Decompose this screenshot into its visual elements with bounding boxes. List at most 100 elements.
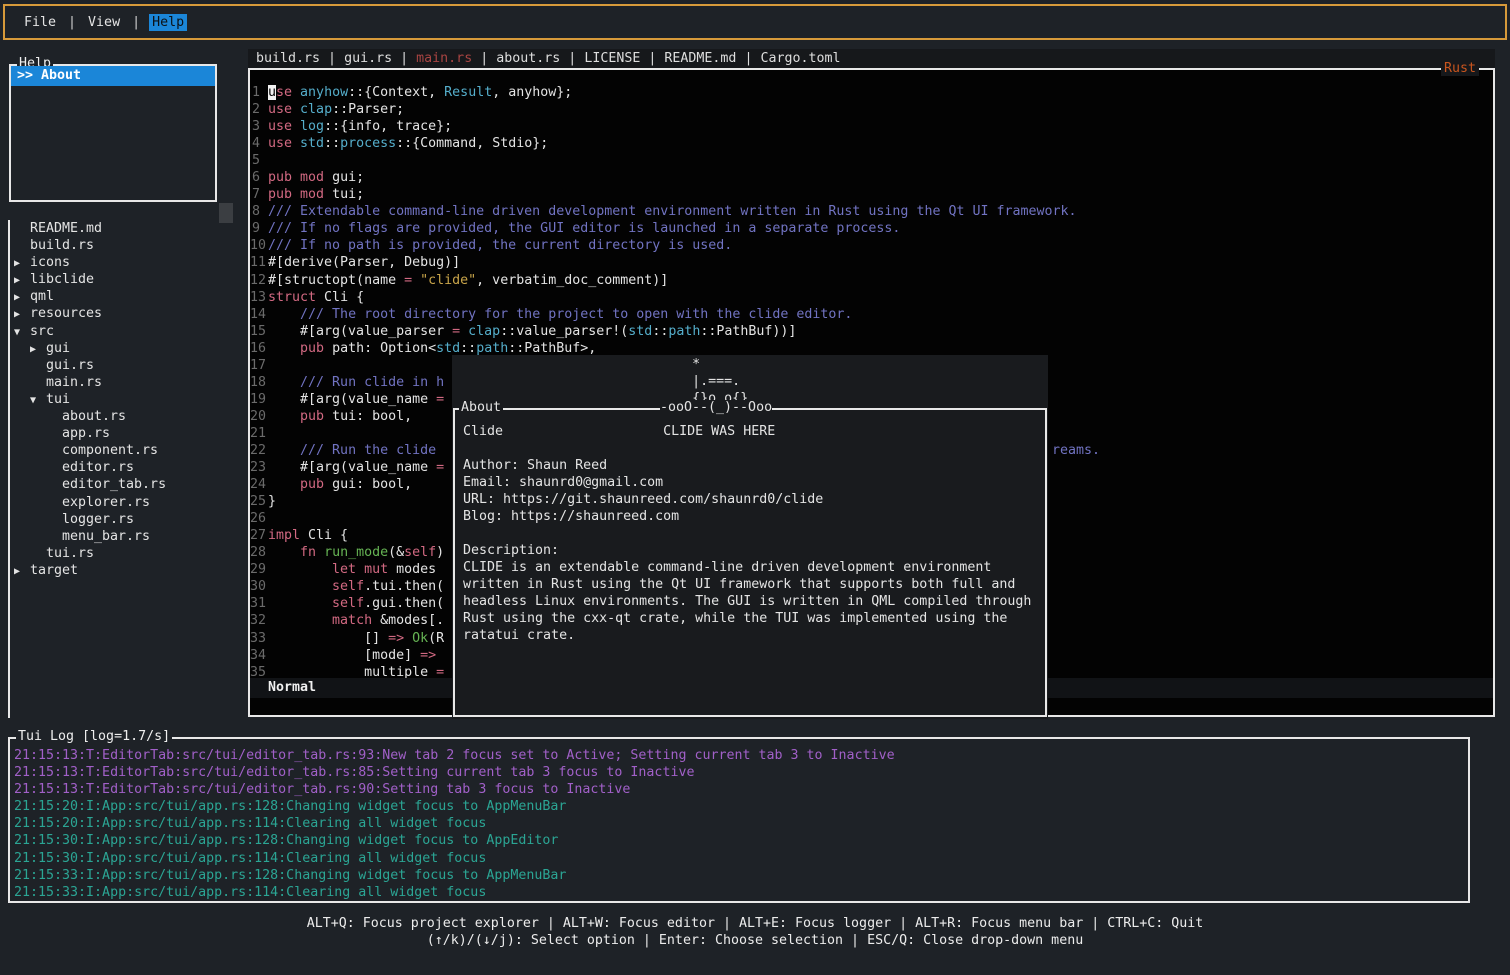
code-line-1[interactable]: 1use anyhow::{Context, Result, anyhow};	[250, 84, 1491, 101]
explorer-item-resources[interactable]: ▶resources	[10, 305, 240, 322]
line-number: 12	[250, 272, 268, 289]
log-entry: 21:15:33:I:App:src/tui/app.rs:114:Cleari…	[14, 884, 1468, 901]
code-line-10[interactable]: 10/// If no path is provided, the curren…	[250, 237, 1491, 254]
explorer-item-icons[interactable]: ▶icons	[10, 254, 240, 271]
about-popup: * |.===. {}o o{} About -ooO--(_)--Ooo Cl…	[452, 355, 1048, 719]
code-line-7[interactable]: 7pub mod tui;	[250, 186, 1491, 203]
explorer-item-label: tui	[46, 392, 70, 407]
line-number: 17	[250, 357, 268, 374]
editor-tab-bar: build.rs | gui.rs | main.rs | about.rs |…	[248, 49, 1495, 68]
explorer-item-label: resources	[30, 306, 102, 321]
tab-separator: |	[472, 51, 496, 66]
tab-Cargo.toml[interactable]: Cargo.toml	[760, 51, 840, 66]
explorer-item-editor_tab.rs[interactable]: editor_tab.rs	[10, 476, 240, 493]
code-line-13[interactable]: 13struct Cli {	[250, 289, 1491, 306]
log-entry: 21:15:13:T:EditorTab:src/tui/editor_tab.…	[14, 747, 1468, 764]
explorer-item-label: icons	[30, 255, 70, 270]
log-entry: 21:15:33:I:App:src/tui/app.rs:128:Changi…	[14, 867, 1468, 884]
log-entry: 21:15:20:I:App:src/tui/app.rs:114:Cleari…	[14, 815, 1468, 832]
chevron-expanded-icon: ▼	[30, 392, 46, 409]
code-line-6[interactable]: 6pub mod gui;	[250, 169, 1491, 186]
explorer-item-README.md[interactable]: README.md	[10, 220, 240, 237]
menu-item-view[interactable]: View	[85, 14, 123, 31]
explorer-item-label: component.rs	[62, 443, 158, 458]
menu-bar: File|View|Help	[3, 4, 1507, 40]
line-number: 14	[250, 306, 268, 323]
line-number: 31	[250, 595, 268, 612]
explorer-item-label: menu_bar.rs	[62, 529, 150, 544]
chevron-collapsed-icon: ▶	[14, 289, 30, 306]
line-number: 10	[250, 237, 268, 254]
line-number: 2	[250, 101, 268, 118]
explorer-item-label: app.rs	[62, 426, 110, 441]
code-line-9[interactable]: 9/// If no flags are provided, the GUI e…	[250, 220, 1491, 237]
log-lines: 21:15:13:T:EditorTab:src/tui/editor_tab.…	[10, 739, 1468, 901]
code-overflow-fragment: reams.	[1052, 442, 1100, 459]
explorer-item-tui[interactable]: ▼tui	[10, 391, 240, 408]
explorer-item-qml[interactable]: ▶qml	[10, 288, 240, 305]
tab-separator: |	[392, 51, 416, 66]
tab-build.rs[interactable]: build.rs	[256, 51, 320, 66]
line-number: 9	[250, 220, 268, 237]
code-line-11[interactable]: 11#[derive(Parser, Debug)]	[250, 254, 1491, 271]
explorer-item-label: target	[30, 563, 78, 578]
chevron-collapsed-icon: ▶	[30, 341, 46, 358]
explorer-item-label: tui.rs	[46, 546, 94, 561]
code-line-4[interactable]: 4use std::process::{Command, Stdio};	[250, 135, 1491, 152]
about-popup-box: About -ooO--(_)--Ooo Clide CLIDE WAS HER…	[453, 408, 1047, 717]
explorer-item-src[interactable]: ▼src	[10, 323, 240, 340]
explorer-item-build.rs[interactable]: build.rs	[10, 237, 240, 254]
line-number: 13	[250, 289, 268, 306]
project-explorer: README.mdbuild.rs▶icons▶libclide▶qml▶res…	[8, 220, 240, 718]
tab-README.md[interactable]: README.md	[664, 51, 736, 66]
explorer-item-logger.rs[interactable]: logger.rs	[10, 511, 240, 528]
line-number: 8	[250, 203, 268, 220]
language-badge: Rust	[1441, 61, 1479, 76]
explorer-item-component.rs[interactable]: component.rs	[10, 442, 240, 459]
menu-item-help[interactable]: Help	[149, 14, 187, 31]
explorer-item-gui[interactable]: ▶gui	[10, 340, 240, 357]
explorer-item-main.rs[interactable]: main.rs	[10, 374, 240, 391]
explorer-item-gui.rs[interactable]: gui.rs	[10, 357, 240, 374]
code-line-12[interactable]: 12#[structopt(name = "clide", verbatim_d…	[250, 272, 1491, 289]
tab-gui.rs[interactable]: gui.rs	[344, 51, 392, 66]
menu-separator: |	[68, 15, 76, 30]
line-number: 33	[250, 630, 268, 647]
explorer-item-explorer.rs[interactable]: explorer.rs	[10, 494, 240, 511]
tab-main.rs[interactable]: main.rs	[416, 51, 472, 66]
code-line-14[interactable]: 14 /// The root directory for the projec…	[250, 306, 1491, 323]
explorer-item-target[interactable]: ▶target	[10, 562, 240, 579]
code-line-5[interactable]: 5	[250, 152, 1491, 169]
tab-about.rs[interactable]: about.rs	[496, 51, 560, 66]
code-line-8[interactable]: 8/// Extendable command-line driven deve…	[250, 203, 1491, 220]
explorer-item-menu_bar.rs[interactable]: menu_bar.rs	[10, 528, 240, 545]
code-line-15[interactable]: 15 #[arg(value_parser = clap::value_pars…	[250, 323, 1491, 340]
explorer-item-label: editor.rs	[62, 460, 134, 475]
log-entry: 21:15:30:I:App:src/tui/app.rs:128:Changi…	[14, 832, 1468, 849]
line-number: 22	[250, 442, 268, 459]
tab-LICENSE[interactable]: LICENSE	[584, 51, 640, 66]
line-number: 34	[250, 647, 268, 664]
code-line-3[interactable]: 3use log::{info, trace};	[250, 118, 1491, 135]
chevron-collapsed-icon: ▶	[14, 255, 30, 272]
explorer-item-app.rs[interactable]: app.rs	[10, 425, 240, 442]
explorer-item-label: editor_tab.rs	[62, 477, 166, 492]
explorer-item-label: logger.rs	[62, 512, 134, 527]
tab-separator: |	[736, 51, 760, 66]
line-number: 30	[250, 578, 268, 595]
help-dropdown-item-about[interactable]: >> About	[11, 66, 215, 86]
explorer-item-tui.rs[interactable]: tui.rs	[10, 545, 240, 562]
log-entry: 21:15:13:T:EditorTab:src/tui/editor_tab.…	[14, 781, 1468, 798]
menu-item-file[interactable]: File	[21, 14, 59, 31]
line-number: 27	[250, 527, 268, 544]
line-number: 25	[250, 493, 268, 510]
explorer-item-libclide[interactable]: ▶libclide	[10, 271, 240, 288]
code-line-2[interactable]: 2use clap::Parser;	[250, 101, 1491, 118]
tab-separator: |	[640, 51, 664, 66]
line-number: 5	[250, 152, 268, 169]
shortcut-help-line-1: ALT+Q: Focus project explorer | ALT+W: F…	[0, 915, 1510, 932]
about-ascii-art-feet: -ooO--(_)--Ooo	[660, 400, 772, 415]
explorer-item-editor.rs[interactable]: editor.rs	[10, 459, 240, 476]
explorer-item-about.rs[interactable]: about.rs	[10, 408, 240, 425]
line-number: 11	[250, 254, 268, 271]
